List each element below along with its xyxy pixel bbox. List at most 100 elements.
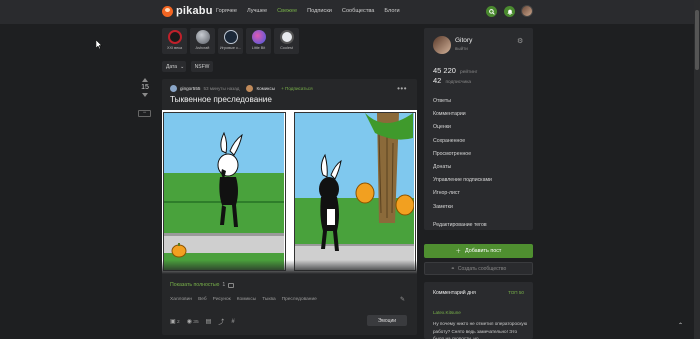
- comment-author[interactable]: Latex.Kitsune: [433, 310, 461, 315]
- menu-saved[interactable]: Сохраненное: [433, 138, 492, 151]
- show-full-label: Показать полностью: [170, 282, 220, 288]
- community-strip: XXI века Ashcraft Игровые с... Little Bi…: [162, 28, 299, 54]
- scroll-top-icon[interactable]: ⌃: [678, 322, 683, 329]
- save-icon[interactable]: ▤: [206, 318, 212, 325]
- top-header: pikabu Горячее Лучшее Свежее Подписки Со…: [0, 0, 700, 24]
- tag[interactable]: Тыква: [262, 297, 275, 302]
- emoji-button[interactable]: Эмоции: [367, 315, 407, 326]
- nav-fresh[interactable]: Свежее: [277, 8, 297, 14]
- community-icon: ⚭: [450, 265, 455, 272]
- community-avatar[interactable]: [246, 85, 254, 92]
- tag[interactable]: Комиксы: [237, 297, 256, 302]
- views-count: 35: [193, 320, 199, 325]
- menu-viewed[interactable]: Просмотренное: [433, 151, 492, 164]
- upvote-icon[interactable]: [142, 78, 148, 82]
- create-community-button[interactable]: ⚭ Создать сообщество: [424, 262, 533, 275]
- share-icon[interactable]: ⤴: [218, 317, 224, 326]
- date-filter[interactable]: Дата ⌄: [162, 61, 186, 72]
- comment-text: Ну почему никто не отметил оператороскую…: [433, 321, 528, 339]
- subscribe-link[interactable]: + Подписаться: [281, 86, 313, 91]
- logout-link[interactable]: выйти: [455, 46, 468, 51]
- menu-manage-subscriptions[interactable]: Управление подписками: [433, 177, 492, 190]
- comment-of-day: Комментарий дня ТОП 50 Latex.Kitsune Ну …: [424, 282, 533, 339]
- community-card[interactable]: Игровые с...: [218, 28, 243, 54]
- gear-icon[interactable]: ⚙: [517, 37, 523, 45]
- nav-communities[interactable]: Сообщества: [342, 8, 375, 14]
- community-avatar: [195, 30, 210, 44]
- comic-panel-1: [163, 112, 286, 271]
- bookmark-icon[interactable]: #: [231, 319, 234, 325]
- author-avatar[interactable]: [170, 85, 177, 92]
- bell-icon: [507, 9, 512, 15]
- menu-replies[interactable]: Ответы: [433, 98, 492, 111]
- rating-stat-value: 45 220: [433, 66, 456, 75]
- profile-avatar[interactable]: [433, 36, 451, 54]
- tag[interactable]: Халловин: [170, 297, 192, 302]
- story-footer: ▣ 2 ◉ 35 ▤ ⤴ #: [170, 317, 235, 327]
- chevron-down-icon: ⌄: [180, 63, 185, 70]
- menu-ignore-list[interactable]: Игнор-лист: [433, 190, 492, 203]
- comic-panel-2: [294, 112, 416, 271]
- mouse-cursor-icon: [96, 40, 102, 49]
- tag[interactable]: Рисунок: [213, 297, 231, 302]
- add-post-label: Добавить пост: [465, 248, 502, 254]
- community-label: Little Bit: [251, 46, 266, 50]
- pikabu-logo-icon: [162, 5, 173, 17]
- downvote-icon[interactable]: [142, 93, 148, 97]
- tag[interactable]: Преследование: [282, 297, 317, 302]
- story-rating: 15: [139, 78, 151, 97]
- add-post-button[interactable]: ＋ Добавить пост: [424, 244, 533, 258]
- collapse-button[interactable]: −: [138, 110, 151, 117]
- nsfw-filter-label: NSFW: [194, 63, 210, 70]
- nsfw-filter[interactable]: NSFW: [191, 61, 213, 72]
- community-label: XXI века: [166, 46, 183, 50]
- comment-of-day-title: Комментарий дня: [433, 290, 476, 296]
- comments-count: 2: [177, 320, 180, 325]
- logo[interactable]: pikabu: [162, 5, 213, 17]
- community-card[interactable]: Coolest: [274, 28, 299, 54]
- comment-icon: ▣: [170, 319, 176, 325]
- rating-stat-label: рейтинг: [460, 70, 478, 75]
- views-counter: ◉ 35: [187, 318, 199, 325]
- date-filter-label: Дата: [166, 63, 178, 70]
- nav-hot[interactable]: Горячее: [216, 8, 237, 14]
- community-avatar: [279, 30, 294, 44]
- comments-button[interactable]: ▣ 2: [170, 318, 180, 325]
- community-name[interactable]: Комиксы: [256, 86, 275, 91]
- scrollbar-thumb[interactable]: [695, 10, 699, 70]
- nav-blogs[interactable]: Блоги: [384, 8, 399, 14]
- image-count: 1: [222, 282, 226, 288]
- notifications-button[interactable]: [504, 6, 515, 17]
- tag[interactable]: Веб: [198, 297, 207, 302]
- subscribers-stat-label: подписчика: [445, 80, 472, 85]
- menu-notes[interactable]: Заметки: [433, 204, 492, 217]
- menu-edit-tags[interactable]: Редактирование тегов: [433, 222, 492, 235]
- more-options-icon[interactable]: •••: [397, 84, 407, 93]
- show-full-link[interactable]: Показать полностью 1: [170, 282, 235, 288]
- logo-text: pikabu: [176, 5, 213, 17]
- nav-subscriptions[interactable]: Подписки: [307, 8, 332, 14]
- author-name[interactable]: gingor555: [180, 86, 200, 91]
- community-card[interactable]: Ashcraft: [190, 28, 215, 54]
- menu-donations[interactable]: Донаты: [433, 164, 492, 177]
- community-card[interactable]: Little Bit: [246, 28, 271, 54]
- story-card: gingor555 53 минуты назад Комиксы + Подп…: [162, 79, 417, 335]
- rating-value: 15: [141, 84, 149, 91]
- community-card[interactable]: XXI века: [162, 28, 187, 54]
- menu-comments[interactable]: Комментарии: [433, 111, 492, 124]
- menu-ratings[interactable]: Оценки: [433, 124, 492, 137]
- comic-image: [162, 110, 417, 274]
- top-50-link[interactable]: ТОП 50: [508, 290, 524, 295]
- header-avatar[interactable]: [521, 5, 533, 17]
- subscribe-label: Подписаться: [285, 86, 313, 91]
- story-title[interactable]: Тыквенное преследование: [170, 95, 272, 104]
- search-button[interactable]: [486, 6, 497, 17]
- community-avatar: [251, 30, 266, 44]
- nav-best[interactable]: Лучшее: [247, 8, 267, 14]
- community-avatar: [167, 30, 182, 44]
- plus-icon: ＋: [455, 249, 461, 255]
- profile-name[interactable]: Gitory: [455, 37, 472, 44]
- subscribers-stat-value: 42: [433, 76, 442, 85]
- edit-tags-icon[interactable]: ✎: [400, 296, 405, 303]
- image-icon: [228, 282, 235, 288]
